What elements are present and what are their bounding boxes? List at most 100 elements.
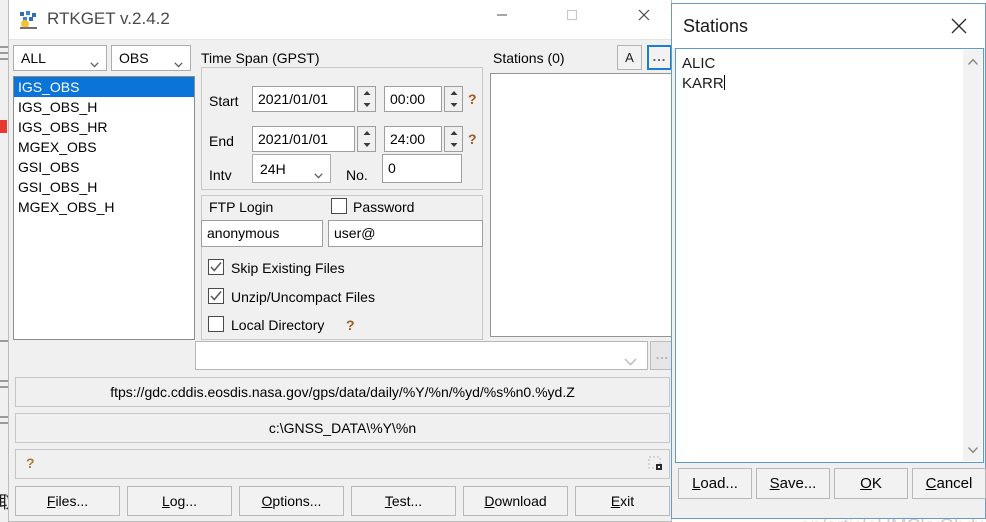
- scroll-up-icon[interactable]: [963, 52, 982, 71]
- stations-textarea-content: ALIC KARR: [682, 54, 725, 94]
- cancel-button-accel: C: [925, 475, 937, 492]
- save-button[interactable]: Save...: [756, 468, 830, 499]
- unzip-label: Unzip/Uncompact Files: [231, 289, 375, 305]
- list-item[interactable]: IGS_OBS_H: [14, 97, 194, 117]
- maximize-button[interactable]: [549, 0, 595, 30]
- files-button-label: iles...: [55, 493, 89, 509]
- list-item[interactable]: IGS_OBS: [14, 77, 194, 97]
- start-time-input[interactable]: 00:00: [384, 86, 442, 112]
- stations-browse-button[interactable]: ...: [647, 45, 672, 70]
- list-item[interactable]: MGEX_OBS_H: [14, 197, 194, 217]
- background-window-red-marker: [0, 120, 7, 133]
- chevron-down-icon: [314, 166, 323, 179]
- background-strip: [0, 52, 8, 54]
- local-directory-label: Local Directory: [231, 317, 325, 333]
- stations-textarea[interactable]: ALIC KARR: [675, 48, 984, 463]
- start-label: Start: [209, 93, 239, 109]
- minimize-button[interactable]: [479, 0, 525, 30]
- start-date-input[interactable]: 2021/01/01: [252, 86, 355, 112]
- unzip-checkbox[interactable]: [208, 288, 224, 304]
- end-time-input[interactable]: 24:00: [384, 126, 442, 152]
- source-listbox[interactable]: IGS_OBS IGS_OBS_H IGS_OBS_HR MGEX_OBS GS…: [13, 76, 195, 340]
- end-date-spinner[interactable]: [357, 126, 376, 152]
- status-message: ?: [26, 455, 35, 471]
- stations-text-line: KARR: [682, 75, 724, 92]
- ok-button-label: K: [871, 475, 882, 492]
- close-button[interactable]: [621, 0, 667, 30]
- url-combo[interactable]: [195, 341, 648, 370]
- spinner-down-icon[interactable]: [358, 139, 375, 151]
- load-button[interactable]: Load...: [678, 468, 752, 499]
- local-directory-checkbox[interactable]: [208, 316, 224, 332]
- type-combo[interactable]: ALL: [13, 45, 107, 71]
- start-help-icon[interactable]: ?: [468, 91, 477, 107]
- ok-button[interactable]: OK: [834, 468, 908, 499]
- stations-dialog-titlebar: Stations: [672, 4, 985, 48]
- resize-grip-icon[interactable]: [648, 456, 664, 472]
- list-item[interactable]: GSI_OBS_H: [14, 177, 194, 197]
- exit-button[interactable]: Exit: [575, 486, 670, 516]
- background-strip: [0, 416, 8, 418]
- chevron-down-icon: [624, 353, 637, 371]
- end-help-icon[interactable]: ?: [468, 131, 477, 147]
- time-span-group-label: Time Span (GPST): [201, 50, 320, 66]
- background-strip: [0, 46, 8, 48]
- options-button[interactable]: Options...: [239, 486, 344, 516]
- ftp-user-input[interactable]: anonymous: [201, 220, 323, 247]
- background-strip: [0, 340, 8, 342]
- chevron-down-icon: [90, 55, 99, 68]
- interval-combo[interactable]: 24H: [252, 154, 331, 183]
- skip-existing-checkbox[interactable]: [208, 259, 224, 275]
- end-date-input[interactable]: 2021/01/01: [252, 126, 355, 152]
- log-button-accel: L: [161, 493, 170, 509]
- end-time-spinner[interactable]: [444, 126, 463, 152]
- text-caret: [723, 75, 725, 90]
- stations-dialog-close-button[interactable]: [939, 10, 979, 42]
- spinner-down-icon[interactable]: [445, 99, 462, 111]
- download-button[interactable]: Download: [463, 486, 568, 516]
- background-strip: [0, 58, 8, 60]
- stations-all-button[interactable]: A: [617, 45, 642, 70]
- password-checkbox[interactable]: [331, 198, 347, 214]
- statusbar: ?: [15, 449, 670, 479]
- end-label: End: [209, 133, 234, 149]
- ok-button-accel: O: [860, 475, 872, 492]
- rtkget-main-window: RTKGET v.2.4.2 ALL OBS Time Span (GPST) …: [8, 0, 675, 522]
- start-time-spinner[interactable]: [444, 86, 463, 112]
- stations-listbox[interactable]: [490, 73, 675, 337]
- exit-button-label: xit: [620, 493, 635, 509]
- interval-combo-value: 24H: [260, 161, 286, 177]
- rtkget-app-icon: [19, 10, 39, 30]
- type-combo-value: ALL: [21, 50, 46, 66]
- number-input[interactable]: 0: [382, 154, 462, 183]
- spinner-down-icon[interactable]: [358, 99, 375, 111]
- cancel-button-label: ancel: [936, 475, 973, 492]
- log-button[interactable]: Log...: [127, 486, 232, 516]
- intv-label: Intv: [209, 167, 232, 183]
- download-button-accel: D: [484, 493, 495, 509]
- load-button-label: oad...: [700, 475, 738, 492]
- stations-dialog: Stations ALIC KARR Load... Save... OK Ca…: [671, 3, 986, 519]
- remote-path-bar: ftps://gdc.cddis.eosdis.nasa.gov/gps/dat…: [15, 377, 670, 407]
- no-label: No.: [346, 167, 368, 183]
- scroll-down-icon[interactable]: [963, 440, 982, 459]
- password-checkbox-label: Password: [353, 199, 415, 215]
- cancel-button[interactable]: Cancel: [912, 468, 986, 499]
- save-button-label: ave...: [779, 475, 817, 492]
- test-button-label: est...: [391, 493, 423, 509]
- files-button[interactable]: Files...: [15, 486, 120, 516]
- start-date-spinner[interactable]: [357, 86, 376, 112]
- ftp-password-input[interactable]: user@: [328, 220, 483, 247]
- stations-count-label: Stations (0): [493, 50, 565, 66]
- local-directory-help-icon[interactable]: ?: [346, 317, 355, 333]
- list-item[interactable]: MGEX_OBS: [14, 137, 194, 157]
- data-type-combo-value: OBS: [119, 50, 149, 66]
- spinner-down-icon[interactable]: [445, 139, 462, 151]
- titlebar: RTKGET v.2.4.2: [9, 0, 671, 40]
- list-item[interactable]: GSI_OBS: [14, 157, 194, 177]
- data-type-combo[interactable]: OBS: [111, 45, 191, 71]
- list-item[interactable]: IGS_OBS_HR: [14, 117, 194, 137]
- test-button[interactable]: Test...: [351, 486, 456, 516]
- chevron-down-icon: [174, 55, 183, 68]
- stations-textarea-scrollbar[interactable]: [963, 50, 982, 461]
